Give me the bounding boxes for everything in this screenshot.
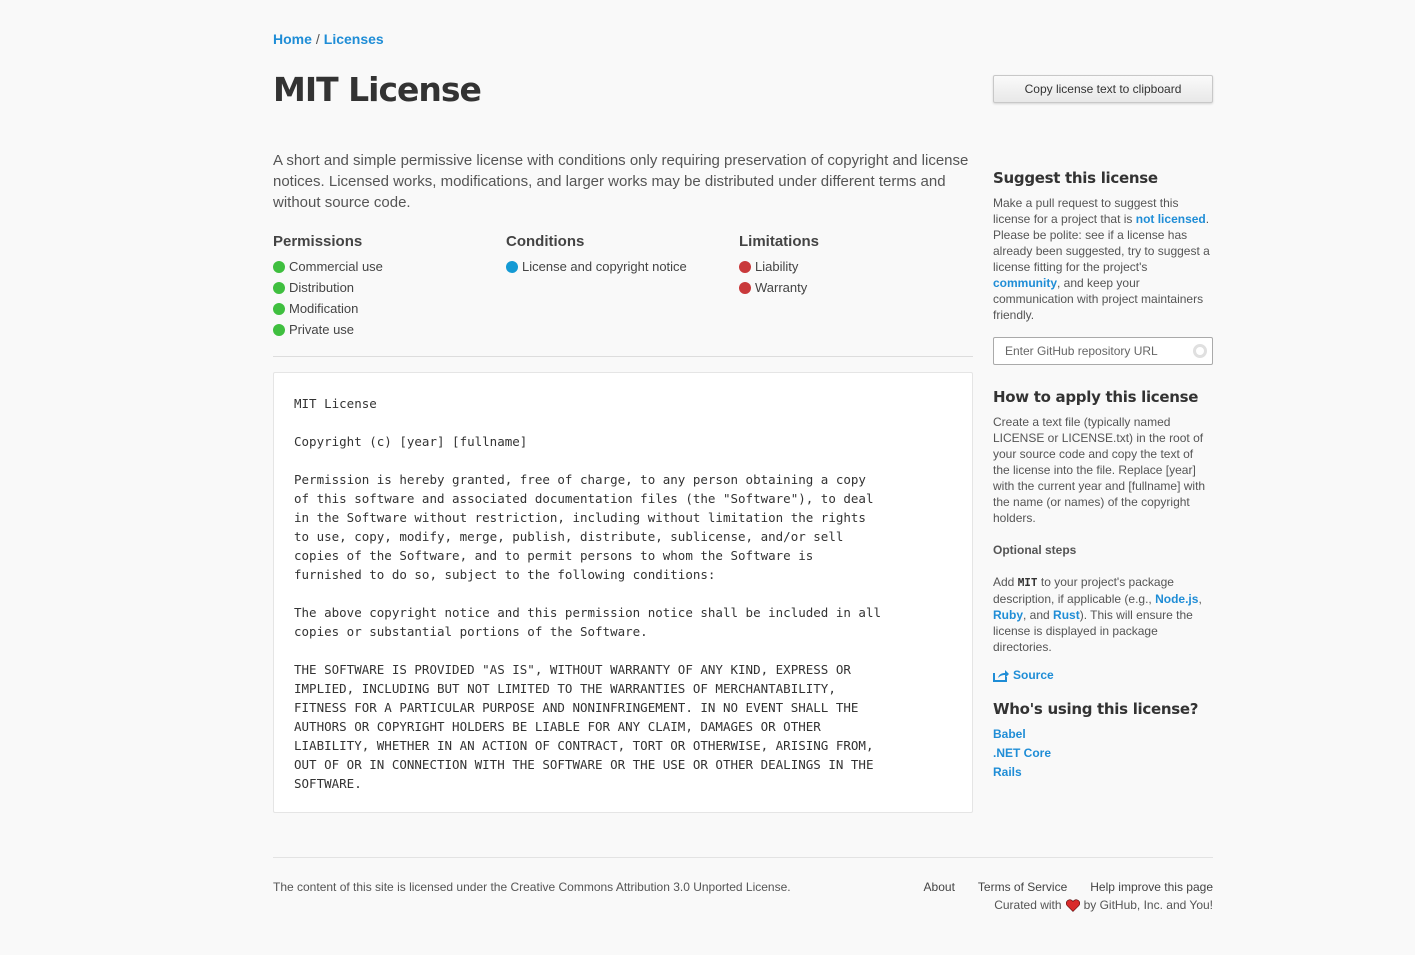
conditions-column: Conditions License and copyright notice <box>506 233 736 280</box>
copy-license-button[interactable]: Copy license text to clipboard <box>993 75 1213 103</box>
limitation-item: Warranty <box>739 280 969 301</box>
not-licensed-link[interactable]: not licensed <box>1136 212 1206 226</box>
section-divider <box>273 356 973 357</box>
users-heading: Who's using this license? <box>993 700 1199 718</box>
red-dot-icon <box>739 282 751 294</box>
list-item: Babel <box>993 725 1213 744</box>
source-link[interactable]: Source <box>993 667 1213 683</box>
footer-nav: About Terms of Service Help improve this… <box>924 880 1213 894</box>
breadcrumb: Home / Licenses <box>273 31 384 47</box>
community-link[interactable]: community <box>993 276 1057 290</box>
list-item: Rails <box>993 763 1213 782</box>
red-dot-icon <box>739 261 751 273</box>
limitations-column: Limitations Liability Warranty <box>739 233 969 301</box>
optional-steps-heading: Optional steps <box>993 543 1077 557</box>
license-description: A short and simple permissive license wi… <box>273 152 969 211</box>
limitations-list: Liability Warranty <box>739 259 969 301</box>
permission-item: Private use <box>273 322 503 343</box>
source-link-label: Source <box>1013 668 1054 682</box>
suggest-heading: Suggest this license <box>993 169 1158 187</box>
user-link-rails[interactable]: Rails <box>993 765 1022 779</box>
repo-input-wrapper <box>993 337 1213 365</box>
permission-label: Commercial use <box>289 259 383 274</box>
permission-item: Modification <box>273 301 503 322</box>
footer-credit: Curated with by GitHub, Inc. and You! <box>994 898 1213 912</box>
footer-terms-link[interactable]: Terms of Service <box>978 880 1067 894</box>
blue-dot-icon <box>506 261 518 273</box>
heart-icon <box>1065 899 1080 912</box>
page-title: MIT License <box>273 70 482 109</box>
repo-url-input[interactable] <box>993 337 1213 365</box>
license-rules: Permissions Commercial use Distribution … <box>273 233 973 343</box>
license-text-box[interactable]: MIT License Copyright (c) [year] [fullna… <box>273 372 973 813</box>
limitation-label: Liability <box>755 259 799 274</box>
limitation-item: Liability <box>739 259 969 280</box>
breadcrumb-home-link[interactable]: Home <box>273 31 312 47</box>
user-link-babel[interactable]: Babel <box>993 727 1026 741</box>
spinner-icon <box>1193 344 1207 358</box>
apply-text: Create a text file (typically named LICE… <box>993 415 1206 525</box>
users-list: Babel .NET Core Rails <box>993 725 1213 782</box>
limitations-heading: Limitations <box>739 233 820 250</box>
permission-label: Distribution <box>289 280 355 295</box>
breadcrumb-licenses-link[interactable]: Licenses <box>324 31 384 47</box>
permission-label: Modification <box>289 301 359 316</box>
license-text[interactable]: MIT License Copyright (c) [year] [fullna… <box>294 394 952 793</box>
footer-license-note: The content of this site is licensed und… <box>273 880 791 894</box>
green-dot-icon <box>273 282 285 294</box>
permissions-column: Permissions Commercial use Distribution … <box>273 233 503 343</box>
green-dot-icon <box>273 324 285 336</box>
share-icon <box>993 669 1009 682</box>
ruby-link[interactable]: Ruby <box>993 608 1023 622</box>
apply-heading: How to apply this license <box>993 388 1199 406</box>
footer-credit-prefix: Curated with <box>994 898 1062 912</box>
suggest-text: Make a pull request to suggest this lice… <box>993 196 1210 322</box>
footer-about-link[interactable]: About <box>924 880 955 894</box>
condition-label: License and copyright notice <box>522 259 687 274</box>
conditions-heading: Conditions <box>506 233 585 250</box>
limitation-label: Warranty <box>755 280 808 295</box>
permission-item: Distribution <box>273 280 503 301</box>
permission-item: Commercial use <box>273 259 503 280</box>
conditions-list: License and copyright notice <box>506 259 736 280</box>
permissions-heading: Permissions <box>273 233 363 250</box>
permission-label: Private use <box>289 322 355 337</box>
nodejs-link[interactable]: Node.js <box>1155 592 1198 606</box>
optional-steps-text: Add MIT to your project's package descri… <box>993 575 1202 654</box>
sidebar: Suggest this license Make a pull request… <box>993 170 1213 782</box>
footer-credit-suffix: by GitHub, Inc. and You! <box>1083 898 1213 912</box>
condition-item: License and copyright notice <box>506 259 736 280</box>
rust-link[interactable]: Rust <box>1053 608 1080 622</box>
user-link-dotnet-core[interactable]: .NET Core <box>993 746 1051 760</box>
green-dot-icon <box>273 261 285 273</box>
list-item: .NET Core <box>993 744 1213 763</box>
footer-divider <box>273 857 1213 858</box>
mit-code: MIT <box>1017 576 1038 589</box>
breadcrumb-separator: / <box>315 31 320 47</box>
green-dot-icon <box>273 303 285 315</box>
footer-help-link[interactable]: Help improve this page <box>1090 880 1213 894</box>
permissions-list: Commercial use Distribution Modification… <box>273 259 503 343</box>
